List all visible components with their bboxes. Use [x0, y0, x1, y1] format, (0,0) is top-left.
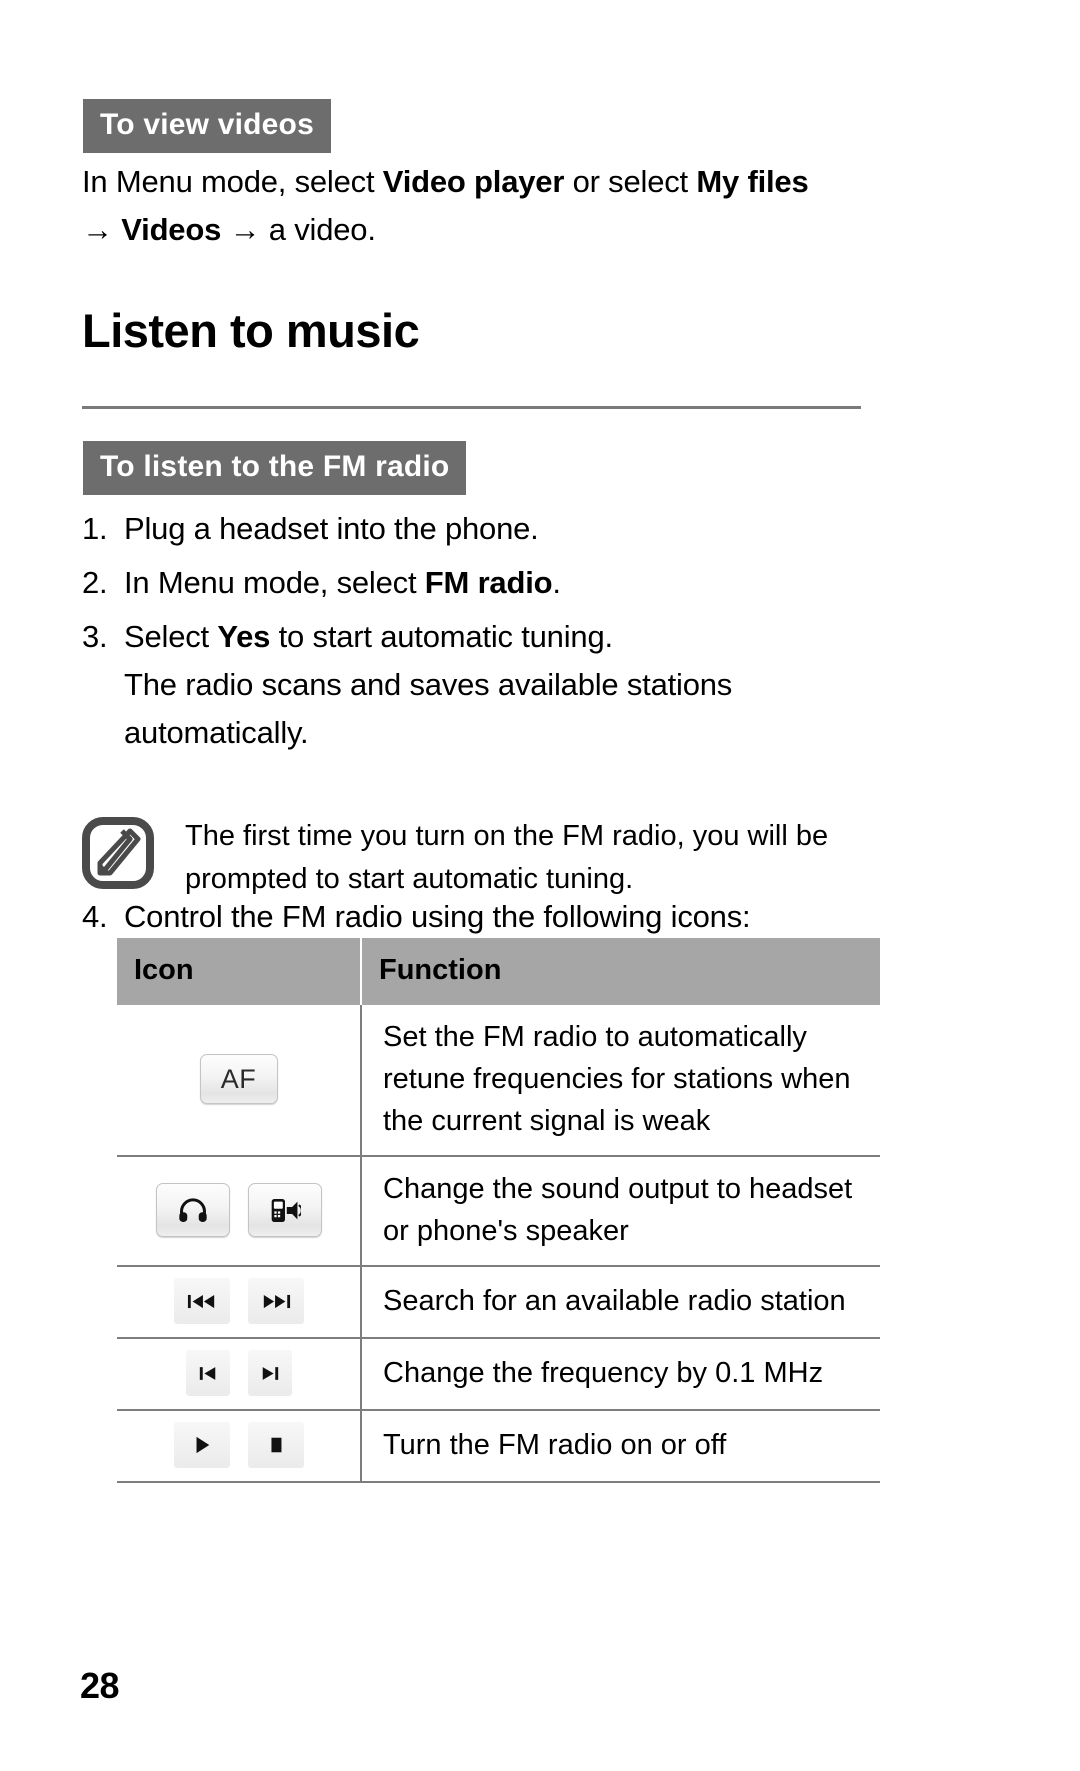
row-output-function: Change the sound output to headset or ph…: [361, 1156, 880, 1267]
af-button-icon[interactable]: AF: [199, 1054, 278, 1104]
step-forward-icon[interactable]: [247, 1350, 292, 1396]
step-3-continuation: The radio scans and saves available stat…: [124, 667, 733, 750]
row-power-icons: [117, 1410, 362, 1483]
table-header-row: Icon Function: [117, 938, 880, 1005]
arrow-icon-2: →: [229, 212, 261, 247]
step-3-number: 3.: [82, 619, 108, 654]
step-4-number: 4.: [82, 899, 108, 934]
list-item-step-2: 2. In Menu mode, select FM radio.: [82, 559, 882, 607]
table-row: Change the frequency by 0.1 MHz: [117, 1338, 880, 1411]
table-row: Turn the FM radio on or off: [117, 1410, 880, 1483]
phone-speaker-icon[interactable]: [247, 1183, 322, 1237]
section-title-rule: [82, 406, 861, 409]
table-row: Search for an available radio station: [117, 1266, 880, 1339]
list-item-step-1: 1. Plug a headset into the phone.: [82, 505, 882, 553]
video-menu-video-player: Video player: [382, 164, 565, 199]
table-row: AF Set the FM radio to automatically ret…: [117, 1005, 880, 1157]
play-icon[interactable]: [173, 1422, 230, 1468]
list-item-step-3: 3. Select Yes to start automatic tuning.…: [82, 613, 882, 757]
step-2-text-pre: In Menu mode, select: [124, 565, 425, 600]
video-menu-videos: Videos: [121, 212, 222, 247]
row-af-icons: AF: [117, 1005, 362, 1157]
rewind-search-icon[interactable]: [173, 1278, 230, 1324]
arrow-icon-1: →: [82, 212, 113, 247]
heading-to-view-videos: To view videos: [83, 99, 331, 153]
row-power-function: Turn the FM radio on or off: [361, 1410, 880, 1483]
step-1-text: Plug a headset into the phone.: [124, 511, 539, 546]
video-menu-my-files: My files: [696, 164, 809, 199]
video-instructions-paragraph: In Menu mode, select Video player or sel…: [82, 158, 872, 254]
video-text-part1: In Menu mode, select: [82, 164, 383, 199]
stop-icon[interactable]: [247, 1422, 304, 1468]
row-search-function: Search for an available radio station: [361, 1266, 880, 1339]
column-header-function: Function: [361, 938, 880, 1005]
page-number: 28: [80, 1665, 120, 1706]
row-output-icons: [117, 1156, 362, 1267]
row-search-icons: [117, 1266, 362, 1339]
headset-icon[interactable]: [155, 1183, 230, 1237]
row-af-function: Set the FM radio to automatically retune…: [361, 1005, 880, 1157]
step-2-text-post: .: [552, 565, 561, 600]
manual-page: To view videos In Menu mode, select Vide…: [0, 0, 1080, 1771]
fm-radio-steps-list: 1. Plug a headset into the phone. 2. In …: [82, 505, 882, 763]
row-frequency-function: Change the frequency by 0.1 MHz: [361, 1338, 880, 1411]
note-callout: The first time you turn on the FM radio,…: [82, 813, 872, 901]
step-3-menu-yes: Yes: [217, 619, 271, 654]
section-title-listen-to-music: Listen to music: [82, 304, 420, 357]
heading-to-listen-to-the-fm-radio: To listen to the FM radio: [83, 441, 467, 495]
fast-forward-search-icon[interactable]: [247, 1278, 304, 1324]
video-text-part2: or select: [564, 164, 697, 199]
step-back-icon[interactable]: [185, 1350, 230, 1396]
list-item-step-4: 4. Control the FM radio using the followi…: [82, 893, 882, 941]
table-row: Change the sound output to headset or ph…: [117, 1156, 880, 1267]
column-header-icon: Icon: [117, 938, 362, 1005]
step-4-text: Control the FM radio using the following…: [124, 899, 751, 934]
note-pencil-icon: [82, 817, 154, 889]
fm-radio-icon-table: Icon Function AF Set the FM radio to aut…: [117, 938, 880, 1483]
row-frequency-icons: [117, 1338, 362, 1411]
step-1-number: 1.: [82, 511, 108, 546]
step-3-text-post: to start automatic tuning.: [270, 619, 613, 654]
step-2-number: 2.: [82, 565, 108, 600]
step-2-menu-fm-radio: FM radio: [424, 565, 553, 600]
video-text-part3: a video.: [268, 212, 376, 247]
step-3-text-pre: Select: [124, 619, 218, 654]
note-text: The first time you turn on the FM radio,…: [185, 820, 829, 895]
